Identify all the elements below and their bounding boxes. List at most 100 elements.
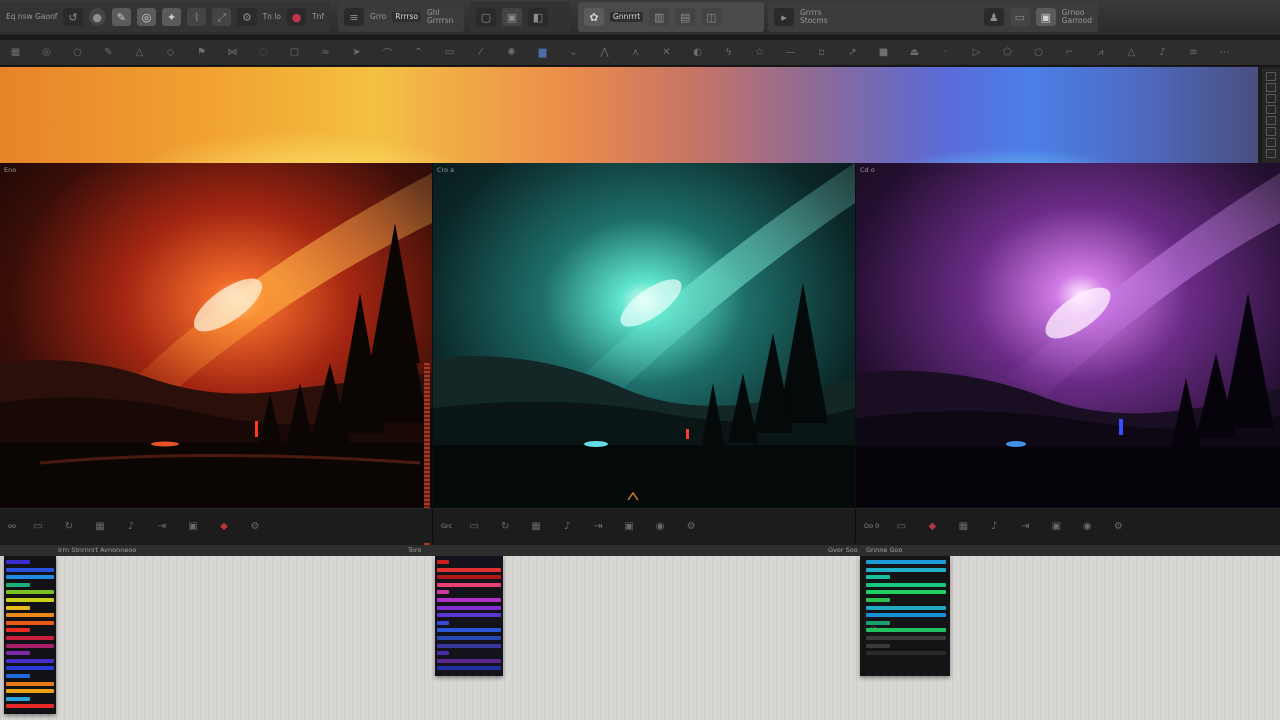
undo-icon[interactable]: ↺ (63, 8, 83, 26)
bars-icon[interactable]: ▥ (649, 8, 670, 26)
frame-icon[interactable]: ▭ (892, 521, 910, 532)
box-icon[interactable]: ▫ (806, 40, 837, 66)
square-icon[interactable]: ▢ (279, 40, 310, 66)
curves-icon[interactable]: ⌇ (187, 8, 207, 26)
skip-icon[interactable]: ⇥ (589, 521, 607, 532)
marker-icon[interactable]: ◆ (215, 521, 233, 532)
transform-icon[interactable]: ⤢ (212, 8, 232, 26)
mini-icon-3[interactable]: · (1266, 94, 1276, 103)
mini-icon-7[interactable]: · (1266, 138, 1276, 147)
eject-icon[interactable]: ⏏ (899, 40, 930, 66)
mini-icon-6[interactable]: · (1266, 127, 1276, 136)
eye-icon[interactable]: ◉ (1078, 521, 1096, 532)
corner-icon[interactable]: ⌐ (1054, 40, 1085, 66)
pointer-icon[interactable]: ➤ (341, 40, 372, 66)
mini-icon-4[interactable]: · (1266, 105, 1276, 114)
wand-icon[interactable]: ✦ (162, 8, 182, 26)
triangle-icon[interactable]: △ (124, 40, 155, 66)
cross-icon[interactable]: ✕ (651, 40, 682, 66)
grid-view-icon[interactable]: ▦ (527, 521, 545, 532)
histogram-icon[interactable]: ▤ (675, 8, 696, 26)
stop-icon[interactable]: ■ (868, 40, 899, 66)
curve-icon[interactable]: ⌒ (372, 40, 403, 66)
mask-icon[interactable]: ◧ (528, 8, 548, 26)
cam-icon[interactable]: ▣ (184, 521, 202, 532)
grid-icon[interactable]: ▦ (0, 40, 31, 66)
list-icon[interactable]: ≡ (344, 8, 364, 26)
circle-2-icon[interactable]: ○ (1023, 40, 1054, 66)
frame-icon[interactable]: ▭ (465, 521, 483, 532)
cam-icon[interactable]: ▣ (620, 521, 638, 532)
wave-icon[interactable]: ≈ (310, 40, 341, 66)
chevron-up-icon[interactable]: ⌃ (403, 40, 434, 66)
record-button[interactable]: ● (286, 8, 307, 26)
window-icon[interactable]: ▭ (434, 40, 465, 66)
loop-icon[interactable]: ↻ (496, 521, 514, 532)
node-icon[interactable]: ▢ (476, 8, 496, 26)
frame-icon[interactable]: ▭ (29, 521, 47, 532)
target-icon[interactable]: ◎ (31, 40, 62, 66)
person-icon[interactable]: ♟ (983, 8, 1004, 26)
marker-icon[interactable]: ◆ (923, 521, 941, 532)
record-dot-icon[interactable]: ● (88, 8, 106, 26)
split-icon[interactable]: ◫ (701, 8, 722, 26)
zigzag-icon[interactable]: ⋏ (620, 40, 651, 66)
eye-icon[interactable]: ◉ (651, 521, 669, 532)
mini-icon-5[interactable]: · (1266, 116, 1276, 125)
scope-icon[interactable]: ◎ (136, 8, 157, 26)
diamond-icon[interactable]: ◇ (155, 40, 186, 66)
tri-right-icon[interactable]: ▷ (961, 40, 992, 66)
a-icon[interactable]: ⩘ (1085, 40, 1116, 66)
dot-icon[interactable]: · (930, 40, 961, 66)
viewer-teal[interactable]: Cro a (433, 163, 855, 508)
screen-icon[interactable]: ▣ (1035, 8, 1056, 26)
settings-icon[interactable]: ⚙ (246, 521, 264, 532)
speaker-icon[interactable]: ♪ (558, 521, 576, 532)
dash-icon[interactable]: — (775, 40, 806, 66)
color-gradient-bar[interactable] (0, 67, 1258, 163)
settings-icon[interactable]: ⚙ (682, 521, 700, 532)
mini-icon-1[interactable]: · (1266, 72, 1276, 81)
skip-icon[interactable]: ⇥ (153, 521, 171, 532)
peak-icon[interactable]: ⋀ (589, 40, 620, 66)
swatch-column-warm[interactable] (4, 556, 56, 714)
swatch-column-green[interactable]: Ct (860, 556, 950, 676)
speaker-icon[interactable]: ♪ (122, 521, 140, 532)
viewer-orange[interactable]: Eno (0, 163, 432, 508)
play-icon[interactable]: ▸ (774, 8, 794, 26)
bolt-icon[interactable]: ϟ (713, 40, 744, 66)
contrast-icon[interactable]: ◐ (682, 40, 713, 66)
settings-icon[interactable]: ⚙ (1109, 521, 1127, 532)
arrow-icon[interactable]: ↗ (837, 40, 868, 66)
shape-icon[interactable]: ⬠ (992, 40, 1023, 66)
flag-icon[interactable]: ⚑ (186, 40, 217, 66)
grid-view-icon[interactable]: ▦ (954, 521, 972, 532)
bars-2-icon[interactable]: ≡ (1178, 40, 1209, 66)
layer-icon[interactable]: ▣ (502, 8, 522, 26)
viewer-purple[interactable]: Cd o (856, 163, 1280, 508)
color-wheel-icon[interactable]: ✿ (584, 8, 604, 26)
mini-icon-8[interactable]: · (1266, 149, 1276, 158)
mini-icon-2[interactable]: · (1266, 83, 1276, 92)
loop-icon[interactable]: ↻ (60, 521, 78, 532)
layers-icon[interactable]: ▆ (527, 40, 558, 66)
grid-view-icon[interactable]: ▦ (91, 521, 109, 532)
pen-icon[interactable]: ✎ (93, 40, 124, 66)
monitor-icon[interactable]: ▭ (1009, 8, 1030, 26)
star-icon[interactable]: ☆ (744, 40, 775, 66)
view-label-b[interactable]: Rrrrso (392, 11, 421, 23)
slash-icon[interactable]: ⁄ (465, 40, 496, 66)
swatch-column-magenta[interactable] (435, 556, 503, 676)
speaker-icon[interactable]: ♪ (985, 521, 1003, 532)
node-graph-icon[interactable]: ⋈ (217, 40, 248, 66)
ring-icon[interactable]: ◌ (248, 40, 279, 66)
grade-icon[interactable]: ⚙ (237, 8, 257, 26)
chevron-down-icon[interactable]: ⌄ (558, 40, 589, 66)
note-icon[interactable]: ♪ (1147, 40, 1178, 66)
brush-icon[interactable]: ✎ (111, 8, 131, 26)
skip-icon[interactable]: ⇥ (1016, 521, 1034, 532)
color-label[interactable]: Gnnrrrt (610, 11, 644, 23)
cam-icon[interactable]: ▣ (1047, 521, 1065, 532)
more-icon[interactable]: ⋯ (1209, 40, 1240, 66)
triangle-2-icon[interactable]: △ (1116, 40, 1147, 66)
